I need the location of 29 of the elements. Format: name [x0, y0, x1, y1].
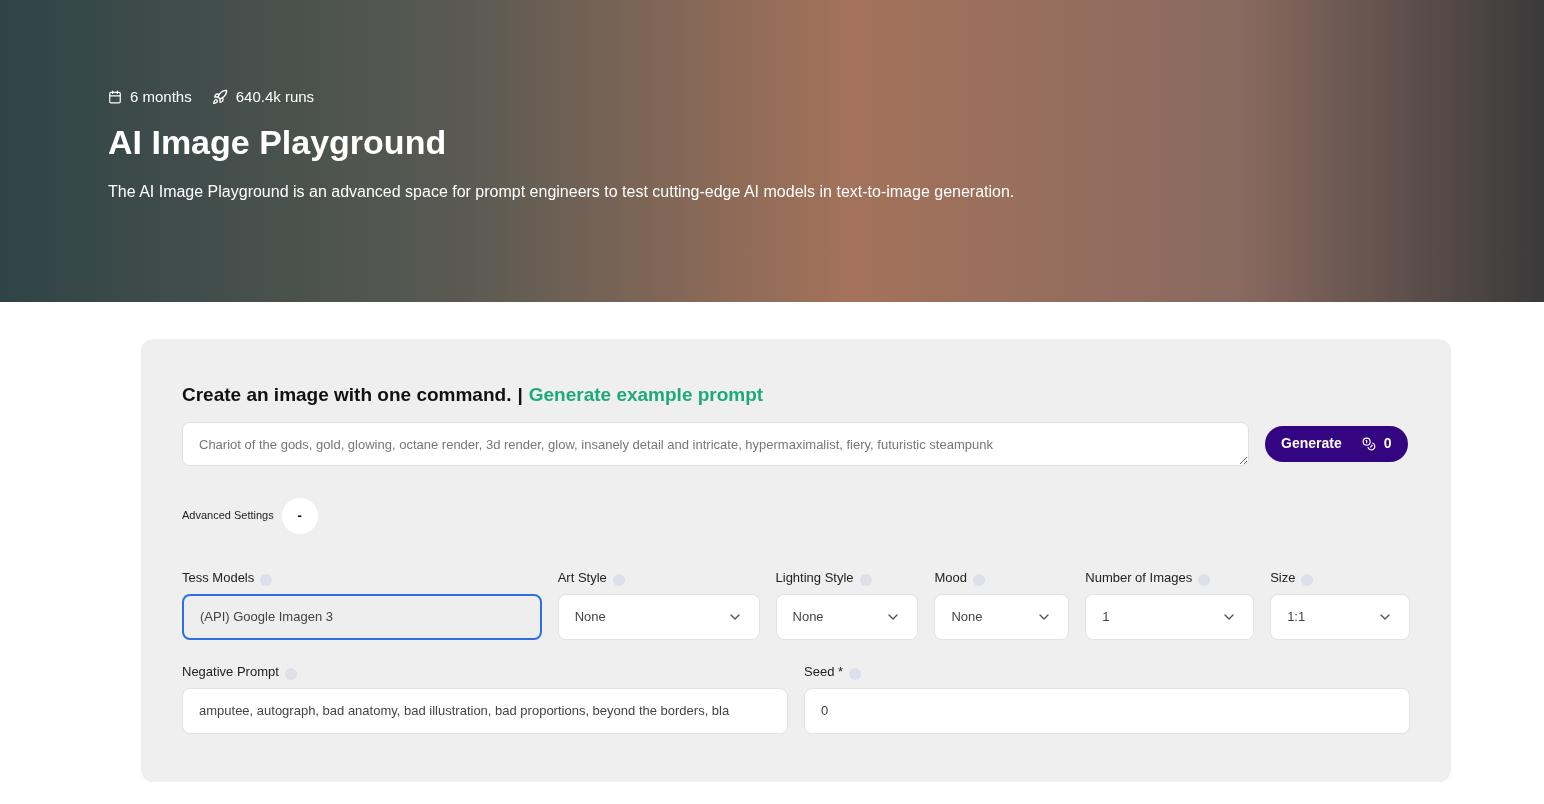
field-label: Number of Images: [1085, 568, 1193, 587]
field-label: Seed *: [804, 662, 844, 681]
form-heading: Create an image with one command.: [182, 383, 512, 407]
seed-field[interactable]: 0: [804, 687, 1410, 734]
model-field[interactable]: (API) Google Imagen 3: [182, 593, 542, 640]
field-label: Size: [1270, 568, 1296, 587]
stat-text: 6 months: [130, 87, 192, 107]
collapse-button[interactable]: -: [281, 497, 318, 534]
generate-button[interactable]: Generate 0: [1265, 425, 1408, 462]
page-title: AI Image Playground: [108, 121, 448, 163]
rocket-icon: [211, 89, 228, 106]
field-label: Lighting Style: [775, 568, 854, 587]
field-label: Mood: [934, 568, 967, 587]
coins-icon: [1361, 436, 1376, 451]
select-field[interactable]: None: [557, 593, 760, 640]
page-description: The AI Image Playground is an advanced space for prompt engineers to test cutting-edge AI models in text-to-image generation.: [108, 181, 1016, 202]
negative-prompt-field[interactable]: amputee, autograph, bad anatomy, bad illustration, bad proportions, beyond the borders, bla: [182, 687, 788, 734]
select-field[interactable]: None: [934, 593, 1070, 640]
select-field[interactable]: 1: [1085, 593, 1255, 640]
field-label: Art Style: [557, 568, 607, 587]
field-label: Negative Prompt: [182, 662, 279, 681]
prompt-field[interactable]: Chariot of the gods, gold, glowing, octane render, 3d render, glow, insanely detail and intricate, hypermaximalist, fiery, futuristic steampunk: [182, 421, 1249, 466]
advanced-settings-label: Advanced Settings: [182, 508, 274, 524]
select-field[interactable]: None: [775, 593, 919, 640]
calendar-icon: [108, 90, 122, 105]
separator: |: [517, 383, 523, 407]
select-field[interactable]: 1:1: [1270, 593, 1410, 640]
field-label: Tess Models: [182, 568, 255, 587]
stat-text: 640.4k runs: [235, 87, 315, 107]
